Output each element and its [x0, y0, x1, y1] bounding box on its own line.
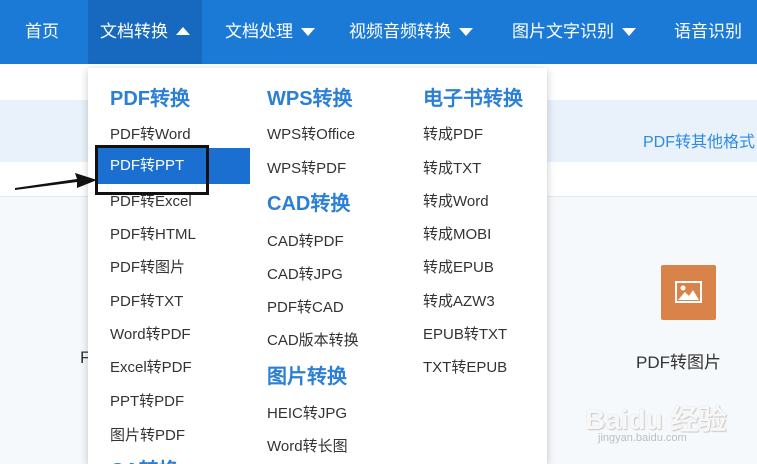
section-title-pdf: PDF转换 [110, 88, 190, 110]
section-title-image: 图片转换 [267, 366, 347, 388]
nav-video-audio-label: 视频音频转换 [349, 22, 451, 41]
menu-item-pdf-to-image[interactable]: PDF转图片 [110, 256, 185, 277]
menu-item-pdf-to-html[interactable]: PDF转HTML [110, 223, 196, 244]
image-icon[interactable] [661, 265, 716, 320]
menu-item-cad-to-pdf[interactable]: CAD转PDF [267, 230, 344, 251]
menu-item-ppt-to-pdf[interactable]: PPT转PDF [110, 390, 184, 411]
nav-image-ocr-label: 图片文字识别 [512, 22, 614, 41]
menu-item-to-pdf[interactable]: 转成PDF [423, 123, 483, 144]
menu-item-epub-to-txt[interactable]: EPUB转TXT [423, 323, 507, 344]
menu-item-word-to-long-image[interactable]: Word转长图 [267, 435, 348, 456]
nav-home[interactable]: 首页 [25, 0, 59, 64]
pointer-arrow-icon [15, 173, 97, 190]
menu-item-to-epub[interactable]: 转成EPUB [423, 256, 494, 277]
nav-voice[interactable]: 语音识别 [674, 0, 742, 64]
nav-home-label: 首页 [25, 22, 59, 41]
menu-item-txt-to-epub[interactable]: TXT转EPUB [423, 356, 507, 377]
pdf-to-image-label[interactable]: PDF转图片 [636, 348, 721, 373]
menu-item-wps-to-pdf[interactable]: WPS转PDF [267, 157, 346, 178]
menu-item-wps-to-office[interactable]: WPS转Office [267, 123, 355, 144]
baidu-watermark-url: jingyan.baidu.com [598, 432, 687, 444]
menu-item-pdf-to-word[interactable]: PDF转Word [110, 123, 191, 144]
section-title-ca: CA转换 [110, 454, 179, 464]
nav-doc-convert[interactable]: 文档转换 [88, 0, 202, 64]
top-nav: 首页 文档转换 文档处理 视频音频转换 图片文字识别 语音识别 [0, 0, 757, 64]
menu-item-pdf-to-txt[interactable]: PDF转TXT [110, 290, 183, 311]
menu-item-to-azw3[interactable]: 转成AZW3 [423, 290, 495, 311]
nav-doc-process[interactable]: 文档处理 [225, 0, 315, 64]
menu-item-to-word[interactable]: 转成Word [423, 190, 489, 211]
menu-item-cad-to-jpg[interactable]: CAD转JPG [267, 263, 343, 284]
menu-item-cad-version-convert[interactable]: CAD版本转换 [267, 329, 359, 350]
caret-down-icon [459, 27, 473, 36]
nav-doc-process-label: 文档处理 [225, 22, 293, 41]
nav-doc-convert-label: 文档转换 [100, 22, 168, 41]
highlight-annotation-box [95, 145, 209, 195]
caret-up-icon [176, 26, 190, 35]
menu-item-excel-to-pdf[interactable]: Excel转PDF [110, 356, 192, 377]
nav-voice-label: 语音识别 [674, 22, 742, 41]
menu-item-word-to-pdf[interactable]: Word转PDF [110, 323, 191, 344]
pdf-to-other-link[interactable]: PDF转其他格式 [643, 128, 755, 152]
menu-item-to-mobi[interactable]: 转成MOBI [423, 223, 491, 244]
caret-down-icon [622, 27, 636, 36]
menu-item-heic-to-jpg[interactable]: HEIC转JPG [267, 402, 347, 423]
section-title-cad: CAD转换 [267, 193, 351, 215]
menu-item-image-to-pdf[interactable]: 图片转PDF [110, 424, 185, 445]
nav-image-ocr[interactable]: 图片文字识别 [512, 0, 636, 64]
section-title-wps: WPS转换 [267, 88, 353, 110]
menu-item-pdf-to-cad[interactable]: PDF转CAD [267, 296, 344, 317]
caret-down-icon [301, 27, 315, 36]
section-title-ebook: 电子书转换 [423, 88, 523, 110]
menu-item-to-txt[interactable]: 转成TXT [423, 157, 481, 178]
nav-video-audio[interactable]: 视频音频转换 [349, 0, 473, 64]
doc-convert-dropdown: PDF转换 PDF转Word PDF转PPT PDF转Excel PDF转HTM… [88, 68, 547, 464]
